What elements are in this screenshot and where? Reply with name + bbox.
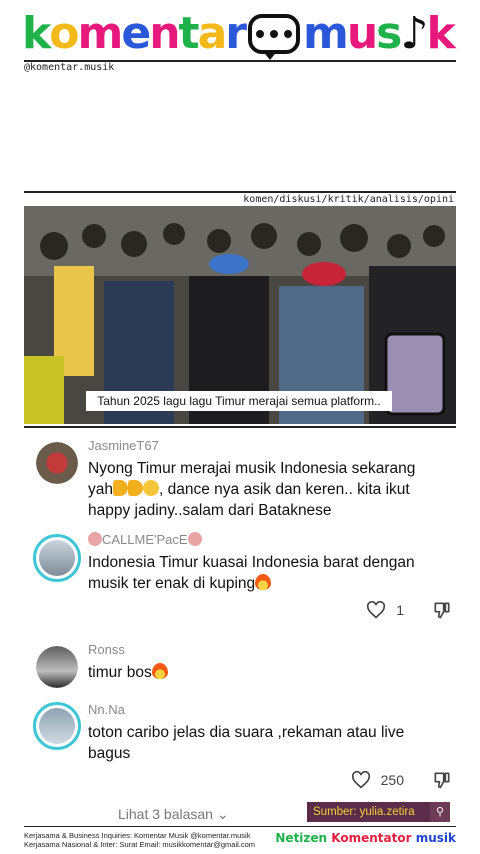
comment-username[interactable]: CALLME'PacE — [88, 532, 202, 547]
like-count: 250 — [380, 772, 404, 788]
category-tags: komen/diskusi/kritik/analisis/opini — [243, 194, 454, 205]
footer-brand-part: musik — [415, 831, 456, 845]
comment-text-line: timur bos — [88, 664, 152, 681]
comment-text-line: musik ter enak di kuping — [88, 575, 256, 592]
like-count: 1 — [396, 602, 404, 618]
brand-wordmark: komentar — [22, 8, 247, 59]
source-badge: Sumber: yulia.zetira ⚲ — [307, 802, 450, 822]
comment-text: toton caribo jelas dia suara ,rekaman at… — [88, 722, 448, 764]
comment-text-line: Indonesia Timur kuasai Indonesia barat d… — [88, 554, 415, 571]
footer-brand: Netizen Komentator musik — [275, 831, 456, 845]
comment-text: timur bos — [88, 662, 448, 683]
section-divider — [24, 191, 456, 193]
fire-icon — [151, 663, 168, 679]
comment-username[interactable]: JasmineT67 — [88, 438, 159, 453]
smile-icon — [143, 480, 159, 496]
search-icon: ⚲ — [430, 802, 450, 822]
account-handle: @komentar.musik — [24, 62, 115, 73]
comment-text: Indonesia Timur kuasai Indonesia barat d… — [88, 552, 448, 594]
comment-text-line: bagus — [88, 745, 131, 762]
brand-k: k — [22, 8, 51, 59]
dislike-icon[interactable] — [432, 600, 452, 620]
avatar[interactable] — [36, 442, 78, 484]
comment-text-line: Nyong Timur merajai musik Indonesia seka… — [88, 460, 416, 477]
fire-icon — [255, 574, 272, 590]
view-replies-label: Lihat 3 balasan — [118, 806, 213, 822]
heart-icon[interactable] — [366, 601, 386, 619]
heart-icon[interactable] — [351, 771, 371, 789]
thumbs-up-icon — [128, 480, 143, 496]
comment-text-line: toton caribo jelas dia suara ,rekaman at… — [88, 724, 405, 741]
comment-text-line: yah — [88, 481, 113, 498]
brand-wordmark-musik: m u s ♪ k — [302, 8, 456, 59]
footer-line: Kerjasama Nasional & Inter: Surat Email:… — [24, 840, 256, 849]
source-text: Sumber: yulia.zetira — [313, 806, 415, 818]
avatar[interactable] — [33, 702, 81, 750]
comment-username[interactable]: Nn.Na — [88, 702, 125, 717]
chat-bubble-icon — [247, 14, 300, 60]
footer-contact: Kerjasama & Business Inquiries: Komentar… — [24, 831, 255, 849]
comment-text-line: , dance nya asik dan keren.. kita ikut — [159, 481, 410, 498]
footer-line: Kerjasama & Business Inquiries: Komentar… — [24, 831, 251, 840]
footer-brand-part: Netizen — [275, 831, 332, 845]
mute-icon — [187, 532, 202, 546]
view-replies-button[interactable]: Lihat 3 balasan ⌄ — [118, 806, 229, 823]
thumbs-up-icon — [113, 480, 128, 496]
brand-logo: komentar mus♪k komentar — [22, 8, 458, 60]
comment-text: Nyong Timur merajai musik Indonesia seka… — [88, 458, 448, 521]
video-divider — [24, 426, 456, 428]
dislike-icon[interactable] — [432, 770, 452, 790]
video-frame[interactable]: Tahun 2025 lagu lagu Timur merajai semua… — [24, 206, 456, 424]
video-caption: Tahun 2025 lagu lagu Timur merajai semua… — [86, 391, 392, 411]
avatar[interactable] — [36, 646, 78, 688]
avatar[interactable] — [33, 534, 81, 582]
footer-brand-part: Komentator — [331, 831, 416, 845]
chevron-down-icon: ⌄ — [216, 806, 229, 822]
comment-actions: 1 — [366, 600, 452, 620]
comment-username-text: CALLME'PacE — [102, 532, 188, 547]
comment-actions: 250 — [351, 770, 452, 790]
comment-text-line: happy jadiny..salam dari Bataknese — [88, 502, 332, 519]
mute-icon — [88, 532, 102, 546]
footer-divider — [24, 826, 456, 827]
comment-username[interactable]: Ronss — [88, 642, 125, 657]
